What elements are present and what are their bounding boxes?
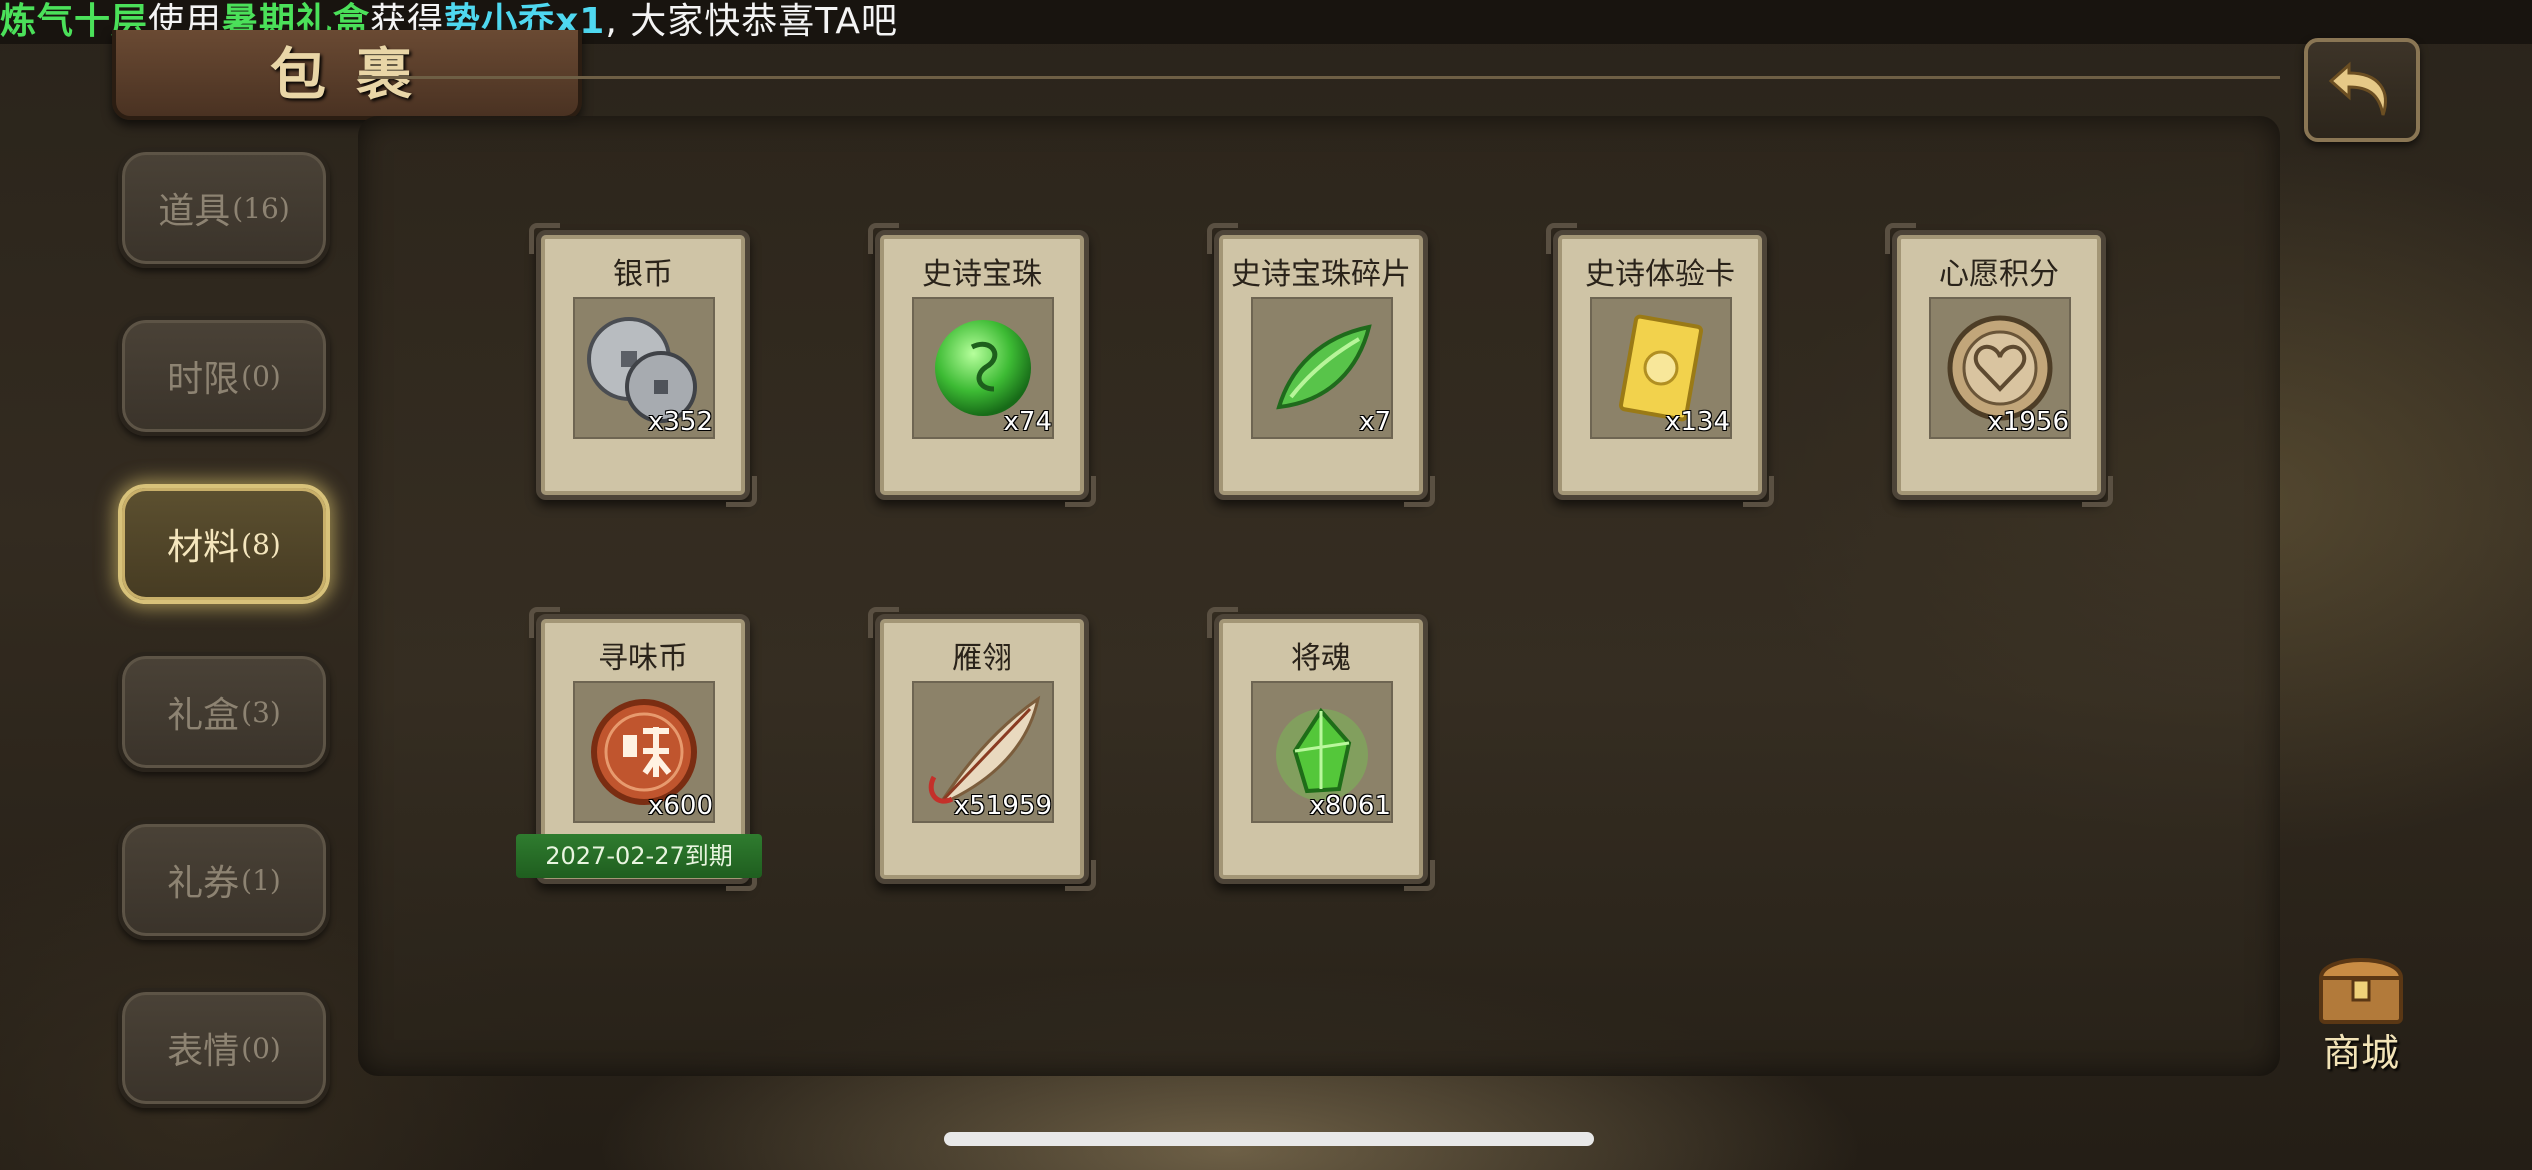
item-name: 史诗宝珠碎片 [1231, 257, 1411, 292]
item-name: 银币 [613, 257, 673, 292]
item-quantity: x51959 [953, 791, 1052, 821]
item-name: 寻味币 [598, 641, 688, 676]
tab-vouchers[interactable]: 礼券 (1) [118, 820, 330, 940]
tab-items[interactable]: 道具 (16) [118, 148, 330, 268]
item-quantity: x7 [1359, 407, 1391, 437]
tab-count: (1) [241, 863, 281, 897]
expiry-date-badge: 2027-02-27到期 [516, 834, 762, 878]
tab-emotes[interactable]: 表情 (0) [118, 988, 330, 1108]
treasure-chest-icon [2318, 958, 2404, 1024]
item-card-epic-trial-card[interactable]: 史诗体验卡 x134 [1546, 223, 1774, 507]
item-quantity: x134 [1664, 407, 1730, 437]
tab-label: 礼盒 [167, 695, 240, 736]
return-arrow-icon [2328, 61, 2387, 116]
tab-time-limited[interactable]: 时限 (0) [118, 316, 330, 436]
item-quantity: x352 [647, 407, 713, 437]
tab-label: 时限 [167, 359, 240, 400]
item-name: 雁翎 [952, 641, 1012, 676]
item-quantity: x600 [647, 791, 713, 821]
tab-count: (3) [241, 695, 281, 729]
back-button[interactable] [2304, 38, 2420, 142]
item-quantity: x1956 [1987, 407, 2069, 437]
tab-count: (8) [241, 527, 281, 561]
item-quantity: x74 [1003, 407, 1052, 437]
shop-button[interactable]: 商城 [2296, 948, 2426, 1078]
item-name: 史诗体验卡 [1585, 257, 1735, 292]
item-card-feather[interactable]: 雁翎 x51959 [868, 607, 1096, 891]
tab-count: (16) [232, 191, 290, 225]
tab-label: 道具 [158, 191, 231, 232]
item-quantity: x8061 [1309, 791, 1391, 821]
item-card-epic-orb-shard[interactable]: 史诗宝珠碎片 x7 [1207, 223, 1435, 507]
tab-count: (0) [241, 359, 281, 393]
item-card-wish-points[interactable]: 心愿积分 x1956 [1885, 223, 2113, 507]
tab-label: 礼券 [167, 863, 240, 904]
panel-top-border [358, 76, 2280, 79]
tab-count: (0) [241, 1031, 281, 1065]
tab-label: 表情 [167, 1031, 240, 1072]
broadcast-text-congrats: , 大家快恭喜TA吧 [605, 1, 899, 42]
tab-gift-boxes[interactable]: 礼盒 (3) [118, 652, 330, 772]
item-name: 将魂 [1291, 641, 1351, 676]
item-card-silver-coin[interactable]: 银币 x352 [529, 223, 757, 507]
item-card-epic-orb[interactable]: 史诗宝珠 x74 [868, 223, 1096, 507]
tab-label: 材料 [167, 527, 240, 568]
item-card-general-soul[interactable]: 将魂 x8061 [1207, 607, 1435, 891]
item-name: 心愿积分 [1939, 257, 2059, 292]
shop-label: 商城 [2322, 1031, 2399, 1075]
tab-materials[interactable]: 材料 (8) [118, 484, 330, 604]
page-title: 包裹 [270, 42, 442, 108]
item-name: 史诗宝珠 [922, 257, 1042, 292]
home-indicator[interactable] [944, 1132, 1594, 1146]
